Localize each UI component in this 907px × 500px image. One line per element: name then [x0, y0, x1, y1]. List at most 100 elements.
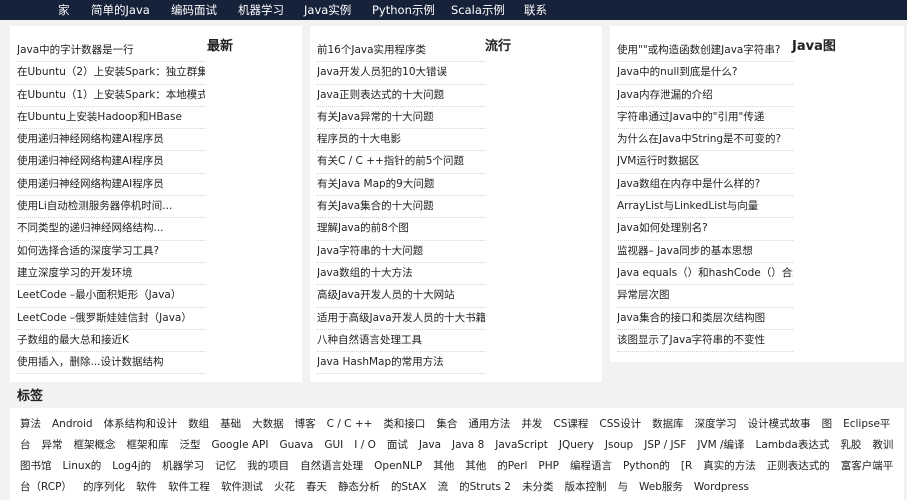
- nav-home-link[interactable]: 家: [58, 0, 70, 20]
- tag-link[interactable]: 类和接口: [383, 414, 425, 434]
- popular-post-link-1[interactable]: 前16个Java实用程序类: [317, 40, 485, 63]
- tag-link[interactable]: CSS设计: [599, 414, 641, 434]
- tag-link[interactable]: JQuery: [559, 435, 594, 455]
- tag-link[interactable]: 博客: [295, 414, 316, 434]
- tag-link[interactable]: 泛型: [180, 435, 201, 455]
- java-diagram-link-3[interactable]: Java内存泄漏的介绍: [617, 85, 793, 107]
- latest-post-link-1[interactable]: Java中的字计数器是一行: [17, 40, 205, 63]
- tag-link[interactable]: Linux的: [63, 456, 102, 476]
- latest-post-link-2[interactable]: 在Ubuntu（2）上安装Spark：独立群集...: [17, 62, 205, 85]
- tag-link[interactable]: 台: [20, 435, 31, 455]
- tag-link[interactable]: 软件工程: [168, 477, 210, 497]
- popular-post-link-12[interactable]: 高级Java开发人员的十大网站: [317, 285, 485, 308]
- popular-post-link-7[interactable]: 有关Java Map的9大问题: [317, 174, 485, 197]
- popular-post-link-3[interactable]: Java正则表达式的十大问题: [317, 85, 485, 107]
- popular-post-link-5[interactable]: 程序员的十大电影: [317, 129, 485, 152]
- tag-link[interactable]: 集合: [436, 414, 457, 434]
- java-diagram-link-13[interactable]: Java集合的接口和类层次结构图: [617, 308, 793, 330]
- latest-post-link-3[interactable]: 在Ubuntu（1）上安装Spark：本地模式: [17, 85, 205, 107]
- popular-post-link-14[interactable]: 八种自然语言处理工具: [317, 330, 485, 353]
- tag-link[interactable]: 正则表达式的: [767, 456, 830, 476]
- java-diagram-link-5[interactable]: 为什么在Java中String是不可变的?: [617, 129, 793, 152]
- tag-link[interactable]: 大数据: [252, 414, 284, 434]
- tag-link[interactable]: Web服务: [639, 477, 683, 497]
- tag-link[interactable]: 基础: [220, 414, 241, 434]
- tag-link[interactable]: I / O: [354, 435, 376, 455]
- java-diagram-link-10[interactable]: 监视器– Java同步的基本思想: [617, 241, 793, 263]
- tag-link[interactable]: 其他: [465, 456, 486, 476]
- nav-machine-learning-link[interactable]: 机器学习: [238, 0, 284, 20]
- tag-link[interactable]: CS课程: [553, 414, 588, 434]
- latest-post-link-10[interactable]: 如何选择合适的深度学习工具?: [17, 241, 205, 263]
- popular-post-link-4[interactable]: 有关Java异常的十大问题: [317, 107, 485, 130]
- tag-link[interactable]: 的序列化: [83, 477, 125, 497]
- nav-java-examples-link[interactable]: Java实例: [304, 0, 351, 20]
- tag-link[interactable]: 未分类: [522, 477, 554, 497]
- tag-link[interactable]: Wordpress: [694, 477, 749, 497]
- tag-link[interactable]: 的Struts 2: [459, 477, 511, 497]
- tag-link[interactable]: Eclipse平: [843, 414, 890, 434]
- tag-link[interactable]: 台（RCP）: [20, 477, 72, 497]
- tag-link[interactable]: 教训: [872, 435, 893, 455]
- tag-link[interactable]: C / C ++: [327, 414, 373, 434]
- tag-link[interactable]: Lambda表达式: [756, 435, 830, 455]
- tag-link[interactable]: Google API: [212, 435, 269, 455]
- tag-link[interactable]: 自然语言处理: [300, 456, 363, 476]
- tag-link[interactable]: 图书馆: [20, 456, 52, 476]
- java-diagram-link-8[interactable]: ArrayList与LinkedList与向量: [617, 196, 793, 219]
- tag-link[interactable]: 的Perl: [497, 456, 527, 476]
- tag-link[interactable]: 记忆: [215, 456, 236, 476]
- tag-link[interactable]: 静态分析: [338, 477, 380, 497]
- tag-link[interactable]: 面试: [387, 435, 408, 455]
- tag-link[interactable]: JVM /编译: [697, 435, 744, 455]
- tag-link[interactable]: Python的: [623, 456, 670, 476]
- tag-link[interactable]: 编程语言: [570, 456, 612, 476]
- latest-post-link-4[interactable]: 在Ubuntu上安装Hadoop和HBase: [17, 107, 205, 130]
- latest-post-link-13[interactable]: LeetCode –俄罗斯娃娃信封（Java）: [17, 308, 205, 330]
- java-diagram-link-7[interactable]: Java数组在内存中是什么样的?: [617, 174, 793, 197]
- tag-link[interactable]: 与: [617, 477, 628, 497]
- java-diagram-link-2[interactable]: Java中的null到底是什么?: [617, 62, 793, 85]
- tag-link[interactable]: [R: [681, 456, 692, 476]
- java-diagram-link-4[interactable]: 字符串通过Java中的"引用"传递: [617, 107, 793, 130]
- latest-post-link-5[interactable]: 使用递归神经网络构建AI程序员: [17, 129, 205, 152]
- tag-link[interactable]: 乳胶: [840, 435, 861, 455]
- latest-post-link-14[interactable]: 子数组的最大总和接近K: [17, 330, 205, 353]
- java-diagram-link-12[interactable]: 异常层次图: [617, 285, 793, 308]
- tag-link[interactable]: 软件: [136, 477, 157, 497]
- tag-link[interactable]: Java: [419, 435, 441, 455]
- tag-link[interactable]: 其他: [433, 456, 454, 476]
- tag-link[interactable]: 框架概念: [74, 435, 116, 455]
- tag-link[interactable]: 设计模式故事: [748, 414, 811, 434]
- tag-link[interactable]: 体系结构和设计: [104, 414, 178, 434]
- latest-post-link-6[interactable]: 使用递归神经网络构建AI程序员: [17, 151, 205, 174]
- tag-link[interactable]: 通用方法: [468, 414, 510, 434]
- popular-post-link-13[interactable]: 适用于高级Java开发人员的十大书籍: [317, 308, 485, 330]
- tag-link[interactable]: JavaScript: [495, 435, 548, 455]
- tag-link[interactable]: 版本控制: [564, 477, 606, 497]
- java-diagram-link-9[interactable]: Java如何处理别名?: [617, 218, 793, 241]
- tag-link[interactable]: 软件测试: [221, 477, 263, 497]
- popular-post-link-2[interactable]: Java开发人员犯的10大错误: [317, 62, 485, 85]
- tag-link[interactable]: Java 8: [452, 435, 484, 455]
- nav-scala-examples-link[interactable]: Scala示例: [451, 0, 505, 20]
- nav-contact-link[interactable]: 联系: [524, 0, 547, 20]
- latest-post-link-8[interactable]: 使用Li自动检测服务器停机时间...: [17, 196, 205, 219]
- tag-link[interactable]: GUI: [324, 435, 343, 455]
- latest-post-link-9[interactable]: 不同类型的递归神经网络结构...: [17, 218, 205, 241]
- tag-link[interactable]: 富客户端平: [841, 456, 894, 476]
- latest-post-link-15[interactable]: 使用插入，删除...设计数据结构: [17, 352, 205, 375]
- popular-post-link-8[interactable]: 有关Java集合的十大问题: [317, 196, 485, 219]
- tag-link[interactable]: Jsoup: [605, 435, 633, 455]
- tag-link[interactable]: 我的项目: [247, 456, 289, 476]
- tag-link[interactable]: 火花: [274, 477, 295, 497]
- nav-coding-interview-link[interactable]: 编码面试: [171, 0, 217, 20]
- tag-link[interactable]: 流: [438, 477, 449, 497]
- latest-post-link-11[interactable]: 建立深度学习的开发环境: [17, 263, 205, 286]
- tag-link[interactable]: PHP: [538, 456, 559, 476]
- popular-post-link-15[interactable]: Java HashMap的常用方法: [317, 352, 485, 375]
- tag-link[interactable]: 异常: [42, 435, 63, 455]
- java-diagram-link-14[interactable]: 该图显示了Java字符串的不变性: [617, 330, 793, 353]
- nav-python-examples-link[interactable]: Python示例: [372, 0, 435, 20]
- java-diagram-link-11[interactable]: Java equals（）和hashCode（）合约: [617, 263, 793, 286]
